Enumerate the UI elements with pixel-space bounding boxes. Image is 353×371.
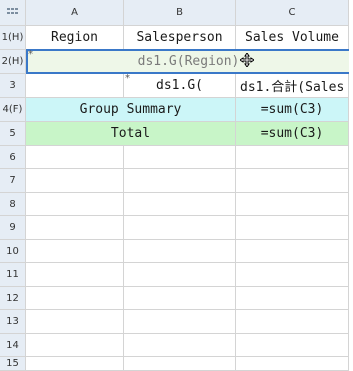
cell-a15[interactable] (26, 357, 124, 371)
cell-a14[interactable] (26, 334, 124, 357)
sheet-right-edge (349, 0, 353, 371)
row-header-12[interactable]: 12 (0, 287, 26, 310)
row-header-4[interactable]: 4(F) (0, 98, 26, 122)
cell-b13[interactable] (124, 310, 236, 334)
cell-b8[interactable] (124, 193, 236, 216)
move-cursor-icon (240, 53, 254, 67)
row-header-6[interactable]: 6 (0, 146, 26, 169)
cell-c7[interactable] (236, 169, 349, 193)
cell-b10[interactable] (124, 240, 236, 263)
row-header-13[interactable]: 13 (0, 310, 26, 334)
row-header-8[interactable]: 8 (0, 193, 26, 216)
select-all-icon (6, 7, 18, 14)
column-header-b[interactable]: B (124, 0, 236, 26)
cell-b1[interactable]: Salesperson (124, 26, 236, 50)
row-header-2[interactable]: 2(H) (0, 50, 26, 74)
cell-b12[interactable] (124, 287, 236, 310)
column-header-c[interactable]: C (236, 0, 349, 26)
cell-c10[interactable] (236, 240, 349, 263)
cell-c14[interactable] (236, 334, 349, 357)
cell-a7[interactable] (26, 169, 124, 193)
cell-a11[interactable] (26, 263, 124, 287)
cell-b9[interactable] (124, 216, 236, 240)
select-all-corner[interactable] (0, 0, 26, 26)
cell-a4-group-summary[interactable]: Group Summary (26, 98, 236, 122)
cell-c3[interactable]: ds1.合計(Sales (236, 74, 349, 98)
row-header-10[interactable]: 10 (0, 240, 26, 263)
cell-a9[interactable] (26, 216, 124, 240)
cell-c11[interactable] (236, 263, 349, 287)
row-header-1[interactable]: 1(H) (0, 26, 26, 50)
cell-a3[interactable] (26, 74, 124, 98)
cell-a1[interactable]: Region (26, 26, 124, 50)
row-header-3[interactable]: 3 (0, 74, 26, 98)
cell-a10[interactable] (26, 240, 124, 263)
cell-b6[interactable] (124, 146, 236, 169)
cell-b11[interactable] (124, 263, 236, 287)
expand-marker: * (28, 49, 33, 60)
row-header-9[interactable]: 9 (0, 216, 26, 240)
row-header-5[interactable]: 5 (0, 122, 26, 146)
cell-b3[interactable]: ds1.G( (124, 74, 236, 98)
row-header-7[interactable]: 7 (0, 169, 26, 193)
expand-marker: * (125, 73, 130, 84)
cell-a6[interactable] (26, 146, 124, 169)
row-header-14[interactable]: 14 (0, 334, 26, 357)
cell-c1[interactable]: Sales Volume (236, 26, 349, 50)
cell-c15[interactable] (236, 357, 349, 371)
cell-a5-total[interactable]: Total (26, 122, 236, 146)
cell-b14[interactable] (124, 334, 236, 357)
cell-b15[interactable] (124, 357, 236, 371)
cell-b7[interactable] (124, 169, 236, 193)
row-header-11[interactable]: 11 (0, 263, 26, 287)
cell-c8[interactable] (236, 193, 349, 216)
cell-c5[interactable]: =sum(C3) (236, 122, 349, 146)
cell-a2-merged-group[interactable]: ds1.G(Region) (26, 49, 351, 74)
cell-a13[interactable] (26, 310, 124, 334)
column-header-a[interactable]: A (26, 0, 124, 26)
cell-c6[interactable] (236, 146, 349, 169)
cell-a8[interactable] (26, 193, 124, 216)
row-header-15[interactable]: 15 (0, 357, 26, 371)
spreadsheet: A B C 1(H) 2(H) 3 4(F) 5 6 7 8 9 10 11 1… (0, 0, 353, 371)
cell-a12[interactable] (26, 287, 124, 310)
cell-c4[interactable]: =sum(C3) (236, 98, 349, 122)
cell-c13[interactable] (236, 310, 349, 334)
cell-c9[interactable] (236, 216, 349, 240)
cell-c12[interactable] (236, 287, 349, 310)
